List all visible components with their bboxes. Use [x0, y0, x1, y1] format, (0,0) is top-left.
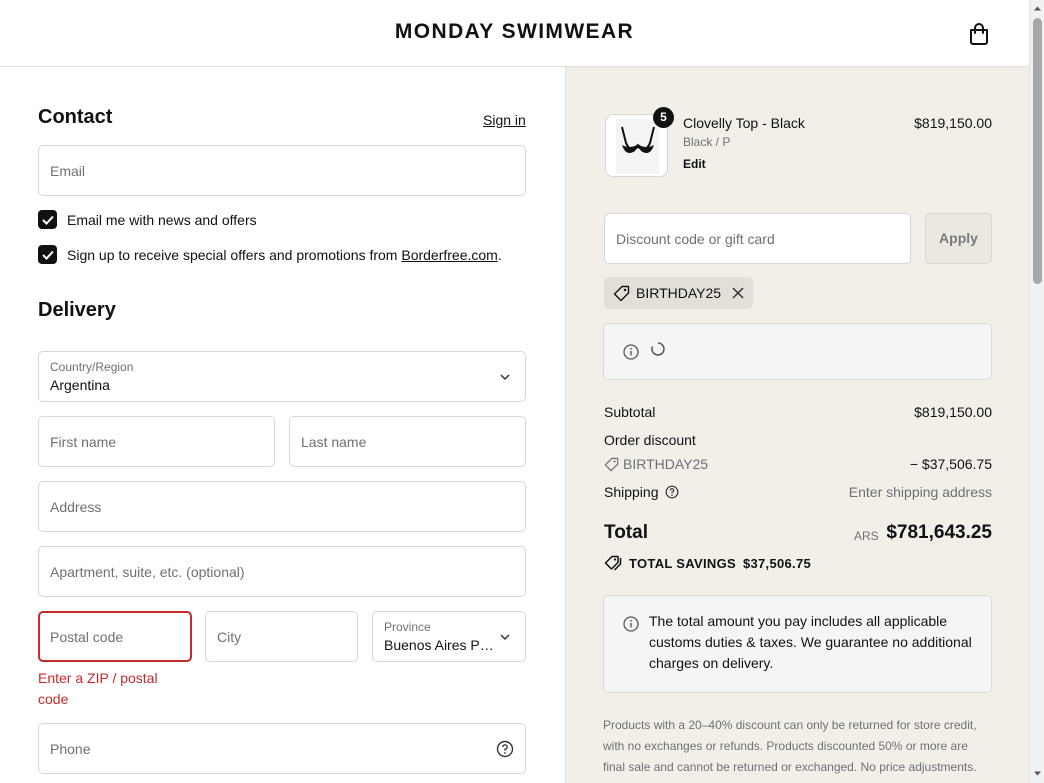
- scroll-thumb[interactable]: [1033, 18, 1042, 284]
- first-name-field[interactable]: First name: [38, 416, 275, 467]
- order-summary: 5 Clovelly Top - Black Black / P Edit $8…: [565, 67, 1029, 783]
- duties-notice-text: The total amount you pay includes all ap…: [649, 613, 972, 671]
- savings-label: TOTAL SAVINGS: [629, 555, 736, 571]
- city-placeholder: City: [217, 628, 242, 645]
- page-scrollbar[interactable]: [1029, 0, 1044, 783]
- checkmark-icon: [41, 215, 54, 225]
- address-field[interactable]: Address: [38, 481, 526, 532]
- first-name-placeholder: First name: [50, 433, 117, 450]
- spinner-icon: [651, 342, 665, 356]
- applied-discount-chip: BIRTHDAY25: [604, 277, 753, 309]
- checkout-form: Contact Sign in Email Email me with news…: [0, 67, 565, 783]
- apartment-placeholder: Apartment, suite, etc. (optional): [50, 563, 245, 580]
- discount-code-text: BIRTHDAY25: [623, 456, 709, 472]
- discount-code-field[interactable]: Discount code or gift card: [604, 213, 911, 264]
- applied-discount-code: BIRTHDAY25: [636, 285, 722, 301]
- sign-in-link[interactable]: Sign in: [483, 112, 526, 128]
- postal-code-placeholder: Postal code: [50, 628, 124, 645]
- discount-code-row: BIRTHDAY25: [604, 456, 708, 472]
- borderfree-suffix: .: [497, 246, 502, 263]
- subtotal-label: Subtotal: [604, 404, 656, 420]
- product-variant: Black / P: [683, 135, 731, 149]
- discount-value: − $37,506.75: [909, 456, 992, 472]
- savings-value: $37,506.75: [742, 555, 812, 571]
- return-policy-text: Products with a 20–40% discount can only…: [603, 718, 977, 774]
- total-savings: TOTAL SAVINGS $37,506.75: [604, 555, 811, 571]
- province-value: Buenos Aires P…: [384, 637, 494, 653]
- contact-heading: Contact: [38, 106, 113, 128]
- checkout-page: MONDAY SWIMWEAR Contact Sign in Email Em…: [0, 0, 1044, 783]
- province-select[interactable]: Province Buenos Aires P…: [372, 611, 526, 662]
- info-icon: [623, 344, 639, 360]
- borderfree-checkbox-row[interactable]: Sign up to receive special offers and pr…: [38, 245, 502, 264]
- tags-icon: [604, 555, 622, 571]
- scroll-down-arrow-icon[interactable]: [1033, 769, 1042, 778]
- email-placeholder: Email: [50, 162, 86, 179]
- country-value: Argentina: [50, 377, 110, 393]
- news-checkbox-label: Email me with news and offers: [67, 211, 257, 228]
- checkmark-icon: [41, 250, 54, 260]
- delivery-heading: Delivery: [38, 299, 116, 321]
- order-discount-label: Order discount: [604, 432, 696, 448]
- shopping-bag-icon[interactable]: [968, 22, 990, 46]
- edit-link[interactable]: Edit: [683, 157, 706, 171]
- total-value: $781,643.25: [886, 522, 992, 543]
- scroll-up-arrow-icon[interactable]: [1033, 4, 1042, 13]
- country-select[interactable]: Country/Region Argentina: [38, 351, 526, 402]
- email-field[interactable]: Email: [38, 145, 526, 196]
- close-icon[interactable]: [732, 287, 744, 299]
- postal-code-field[interactable]: Postal code: [38, 611, 192, 662]
- address-placeholder: Address: [50, 498, 102, 515]
- header: MONDAY SWIMWEAR: [0, 0, 1029, 67]
- apply-button[interactable]: Apply: [925, 213, 992, 264]
- info-icon: [623, 616, 639, 632]
- news-checkbox-row[interactable]: Email me with news and offers: [38, 210, 257, 229]
- brand-logo[interactable]: MONDAY SWIMWEAR: [0, 20, 1029, 44]
- loading-panel: [603, 323, 992, 380]
- news-checkbox[interactable]: [38, 210, 57, 229]
- borderfree-checkbox[interactable]: [38, 245, 57, 264]
- subtotal-value: $819,150.00: [914, 404, 992, 420]
- shipping-value: Enter shipping address: [848, 484, 992, 500]
- tag-icon: [604, 457, 619, 471]
- product-name: Clovelly Top - Black: [683, 115, 805, 131]
- total-label: Total: [604, 522, 648, 543]
- phone-field[interactable]: Phone: [38, 723, 526, 774]
- province-label: Province: [384, 620, 431, 634]
- last-name-placeholder: Last name: [301, 433, 367, 450]
- shipping-row: Shipping: [604, 484, 679, 500]
- borderfree-text: Sign up to receive special offers and pr…: [67, 246, 402, 263]
- shipping-label: Shipping: [604, 484, 659, 500]
- chevron-down-icon: [500, 633, 510, 640]
- chevron-down-icon: [500, 373, 510, 380]
- quantity-badge: 5: [653, 107, 674, 128]
- borderfree-link[interactable]: Borderfree.com: [401, 247, 497, 263]
- product-price: $819,150.00: [914, 115, 992, 131]
- last-name-field[interactable]: Last name: [289, 416, 526, 467]
- help-icon[interactable]: [665, 485, 679, 499]
- phone-placeholder: Phone: [50, 740, 91, 757]
- apartment-field[interactable]: Apartment, suite, etc. (optional): [38, 546, 526, 597]
- discount-code-placeholder: Discount code or gift card: [616, 230, 775, 247]
- postal-code-error: Enter a ZIP / postal code: [38, 670, 158, 707]
- tag-icon: [613, 285, 630, 301]
- total-currency: ARS: [854, 529, 879, 543]
- city-field[interactable]: City: [205, 611, 358, 662]
- borderfree-checkbox-label: Sign up to receive special offers and pr…: [67, 247, 502, 263]
- help-icon[interactable]: [496, 740, 514, 758]
- country-label: Country/Region: [50, 360, 134, 374]
